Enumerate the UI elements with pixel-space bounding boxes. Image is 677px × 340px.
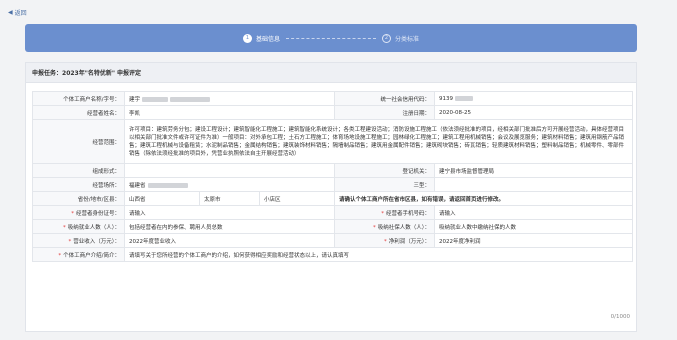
step-classification[interactable]: 2 分类标准 [382, 33, 420, 43]
page-root: ◀ 返回 1 基础信息 2 分类标准 申报任务： 2023年"名特优新" 申报评… [0, 0, 677, 340]
type-value [434, 177, 634, 192]
step-label: 基础信息 [255, 35, 280, 43]
masked-text [455, 95, 474, 101]
revenue-input[interactable]: 2022年度营业收入 [123, 233, 336, 248]
region-warning: 请确认个体工商户所在省市区县，如有错误，请返回首页进行修改。 [334, 191, 634, 206]
id-number-input[interactable]: 请输入 [123, 205, 336, 220]
task-prefix: 申报任务： [32, 70, 63, 77]
intro-char-counter: 0/1000 [610, 314, 630, 320]
scope-label: 经营范围： [32, 119, 125, 164]
name-label: 个体工商户名称/字号： [32, 91, 125, 106]
operator-label: 经营者姓名： [32, 105, 125, 120]
task-title: 2023年"名特优新" 申报评定 [62, 70, 142, 77]
masked-text [147, 182, 188, 188]
employment-input[interactable]: 包括经营者在内的参保、聘用人员总数 [123, 219, 336, 234]
back-label: 返回 [14, 10, 27, 17]
employment-label: * 吸纳就业人数（人）： [32, 219, 125, 234]
back-arrow-icon: ◀ [8, 9, 13, 16]
masked-text [170, 96, 211, 102]
step-divider [286, 37, 376, 39]
operator-value: 李凯 [123, 105, 336, 120]
credit-code-label: 统一社会信用代码： [334, 91, 436, 106]
district-select[interactable]: 小店区 [258, 191, 336, 206]
profit-label: * 净利润（万元）： [334, 233, 436, 248]
credit-code-value: 9139 [434, 91, 634, 106]
social-security-input[interactable]: 吸纳就业人数中缴纳社保的人数 [434, 219, 634, 234]
org-form-label: 组成形式： [32, 163, 125, 178]
task-header: 申报任务： 2023年"名特优新" 申报评定 [26, 63, 636, 83]
step-number: 2 [382, 33, 391, 43]
step-label: 分类标准 [395, 35, 420, 43]
id-number-label: * 经营者身份证号： [32, 205, 125, 220]
reg-date-label: 注册日期： [334, 105, 436, 120]
city-select[interactable]: 太原市 [199, 191, 260, 206]
back-link[interactable]: ◀ 返回 [8, 8, 27, 17]
name-value: 建宇 [123, 91, 336, 106]
phone-input[interactable]: 请输入 [434, 205, 634, 220]
authority-label: 登记机关： [334, 163, 436, 178]
scope-value: 许可项目：建筑劳务分包；建设工程设计；建筑智能化工程施工；建筑智能化系统设计；各… [123, 119, 634, 164]
step-number: 1 [242, 33, 252, 43]
masked-text [142, 96, 169, 102]
revenue-label: * 营业收入（万元）： [32, 233, 125, 248]
address-value: 福建省 [123, 177, 336, 192]
phone-label: * 经营者手机号码： [334, 205, 436, 220]
intro-label: * 个体工商户介绍/简介： [32, 247, 125, 262]
form-card: 申报任务： 2023年"名特优新" 申报评定 个体工商户名称/字号： 建宇 统一… [25, 62, 637, 332]
profit-input[interactable]: 2022年度净利润 [434, 233, 634, 248]
province-select[interactable]: 山西省 [124, 191, 200, 206]
org-form-value [123, 163, 336, 178]
intro-textarea[interactable]: 请填写关于您所经营的个体工商户的介绍，如何获得相应奖励和经营状态以上，请认真填写 [123, 247, 634, 262]
type-label: 三型： [334, 177, 436, 192]
social-security-label: * 吸纳社保人数（人）： [334, 219, 436, 234]
address-label: 经营场所： [32, 177, 125, 192]
step-indicator: 1 基础信息 2 分类标准 [25, 24, 637, 52]
reg-date-value: 2020-08-25 [434, 105, 634, 120]
info-form-table: 个体工商户名称/字号： 建宇 统一社会信用代码： 9139 经营者姓名： 李凯 … [32, 91, 634, 262]
step-basic-info[interactable]: 1 基础信息 [242, 33, 280, 43]
authority-value: 建宁县市场监督管理局 [434, 163, 634, 178]
region-label: 省份/地市/区县： [32, 191, 125, 206]
